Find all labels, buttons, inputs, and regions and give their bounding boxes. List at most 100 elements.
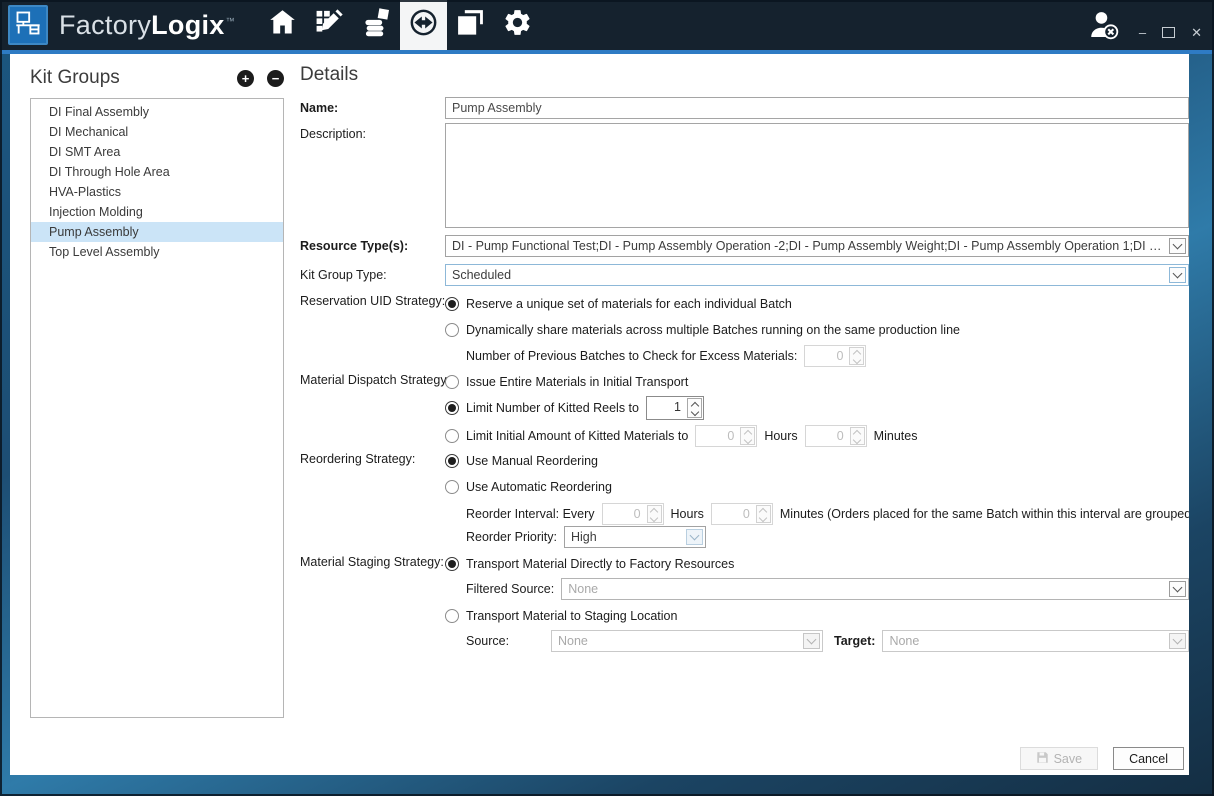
kit-groups-list: DI Final Assembly DI Mechanical DI SMT A…	[30, 98, 284, 718]
minutes-label: Minutes	[874, 429, 918, 443]
hours-label: Hours	[671, 507, 704, 521]
staging-strategy-label: Material Staging Strategy:	[300, 555, 444, 569]
kit-group-type-label: Kit Group Type:	[300, 268, 387, 282]
radio-button[interactable]	[445, 480, 459, 494]
list-item[interactable]: DI Final Assembly	[31, 102, 283, 122]
minimize-button[interactable]: –	[1139, 26, 1146, 39]
window-controls: – ✕	[1139, 26, 1202, 39]
resource-types-label: Resource Type(s):	[300, 239, 408, 253]
initial-minutes-spinner: 0	[805, 425, 867, 447]
nav-settings-button[interactable]	[494, 0, 541, 50]
save-button[interactable]: Save	[1020, 747, 1099, 770]
filtered-source-label: Filtered Source:	[466, 582, 554, 596]
radio-limit-initial-amount[interactable]: Limit Initial Amount of Kitted Materials…	[445, 429, 688, 443]
details-title: Details	[300, 64, 358, 86]
radio-button[interactable]	[445, 297, 459, 311]
plus-icon: +	[242, 72, 250, 85]
logout-user-button[interactable]	[1087, 8, 1121, 47]
list-item[interactable]: DI SMT Area	[31, 142, 283, 162]
name-input[interactable]: Pump Assembly	[445, 97, 1189, 119]
dispatch-strategy-label: Material Dispatch Strategy:	[300, 373, 450, 387]
filtered-source-combobox[interactable]: None	[561, 578, 1189, 600]
radio-button[interactable]	[445, 401, 459, 415]
reorder-priority-label: Reorder Priority:	[466, 530, 557, 544]
windows-report-icon	[455, 7, 486, 43]
resource-types-combobox[interactable]: DI - Pump Functional Test;DI - Pump Asse…	[445, 235, 1189, 257]
kit-groups-title: Kit Groups	[30, 67, 224, 89]
source-combobox: None	[551, 630, 823, 652]
previous-batches-spinner: 0	[804, 345, 866, 367]
previous-batches-label: Number of Previous Batches to Check for …	[466, 349, 797, 363]
materials-stack-icon	[361, 7, 392, 43]
nav-reports-button[interactable]	[447, 0, 494, 50]
details-panel: Details Name: Pump Assembly Description:…	[300, 54, 1189, 775]
list-item[interactable]: Top Level Assembly	[31, 242, 283, 262]
spinner-up-down-icon[interactable]	[687, 398, 702, 418]
interval-hours-spinner: 0	[602, 503, 664, 525]
radio-dynamically-share[interactable]: Dynamically share materials across multi…	[445, 323, 960, 337]
spinner-up-down-icon	[756, 505, 771, 523]
reorder-priority-combobox[interactable]: High	[564, 526, 706, 548]
radio-automatic-reordering[interactable]: Use Automatic Reordering	[445, 480, 612, 494]
radio-issue-entire-materials[interactable]: Issue Entire Materials in Initial Transp…	[445, 375, 688, 389]
spinner-up-down-icon	[740, 427, 755, 445]
name-label: Name:	[300, 101, 338, 115]
close-button[interactable]: ✕	[1191, 26, 1202, 39]
add-kit-group-button[interactable]: +	[237, 70, 254, 87]
radio-limit-kitted-reels[interactable]: Limit Number of Kitted Reels to	[445, 401, 639, 415]
desk-icon	[14, 9, 42, 42]
interval-minutes-spinner: 0	[711, 503, 773, 525]
chevron-down-icon[interactable]	[1169, 267, 1186, 283]
titlebar-right: – ✕	[1087, 0, 1202, 50]
grid-pencil-icon	[314, 7, 345, 43]
kit-groups-sidebar: Kit Groups + − DI Final Assembly DI Mech…	[10, 54, 300, 775]
list-item[interactable]: Injection Molding	[31, 202, 283, 222]
minus-icon: −	[272, 72, 280, 85]
radio-button[interactable]	[445, 454, 459, 468]
radio-transport-directly[interactable]: Transport Material Directly to Factory R…	[445, 557, 734, 571]
nav-logistics-button[interactable]	[400, 0, 447, 50]
kit-group-type-combobox[interactable]: Scheduled	[445, 264, 1189, 286]
nav-home-button[interactable]	[259, 0, 306, 50]
target-combobox: None	[882, 630, 1189, 652]
description-label: Description:	[300, 127, 366, 141]
list-item[interactable]: HVA-Plastics	[31, 182, 283, 202]
radio-button[interactable]	[445, 323, 459, 337]
remove-kit-group-button[interactable]: −	[267, 70, 284, 87]
app-window: FactoryLogix™	[0, 0, 1214, 796]
list-item-selected[interactable]: Pump Assembly	[31, 222, 283, 242]
reorder-interval-label: Reorder Interval: Every	[466, 507, 595, 521]
brand-wordmark: FactoryLogix™	[59, 10, 235, 41]
kitted-reels-spinner[interactable]: 1	[646, 396, 704, 420]
cancel-button[interactable]: Cancel	[1113, 747, 1184, 770]
main-navigation	[259, 0, 541, 50]
main-content: Kit Groups + − DI Final Assembly DI Mech…	[10, 54, 1189, 775]
description-textarea[interactable]	[445, 123, 1189, 228]
list-item[interactable]: DI Through Hole Area	[31, 162, 283, 182]
spinner-up-down-icon	[647, 505, 662, 523]
radio-button[interactable]	[445, 557, 459, 571]
gear-icon	[502, 7, 533, 43]
radio-transport-to-staging[interactable]: Transport Material to Staging Location	[445, 609, 677, 623]
radio-manual-reordering[interactable]: Use Manual Reordering	[445, 454, 598, 468]
chevron-down-icon	[803, 633, 820, 649]
radio-button[interactable]	[445, 429, 459, 443]
radio-button[interactable]	[445, 609, 459, 623]
nav-materials-button[interactable]	[353, 0, 400, 50]
list-item[interactable]: DI Mechanical	[31, 122, 283, 142]
interval-note: Minutes (Orders placed for the same Batc…	[780, 507, 1189, 521]
radio-reserve-unique-set[interactable]: Reserve a unique set of materials for ea…	[445, 297, 792, 311]
chevron-down-icon[interactable]	[1169, 581, 1186, 597]
spinner-up-down-icon	[850, 427, 865, 445]
transport-arrows-icon	[408, 7, 439, 43]
chevron-down-icon	[1169, 633, 1186, 649]
chevron-down-icon[interactable]	[1169, 238, 1186, 254]
maximize-button[interactable]	[1162, 27, 1175, 38]
chevron-down-icon[interactable]	[686, 529, 703, 545]
nav-engineering-button[interactable]	[306, 0, 353, 50]
titlebar: FactoryLogix™	[0, 0, 1214, 50]
radio-button[interactable]	[445, 375, 459, 389]
save-floppy-icon	[1036, 751, 1049, 767]
target-label: Target:	[834, 634, 875, 648]
spinner-up-down-icon	[849, 347, 864, 365]
